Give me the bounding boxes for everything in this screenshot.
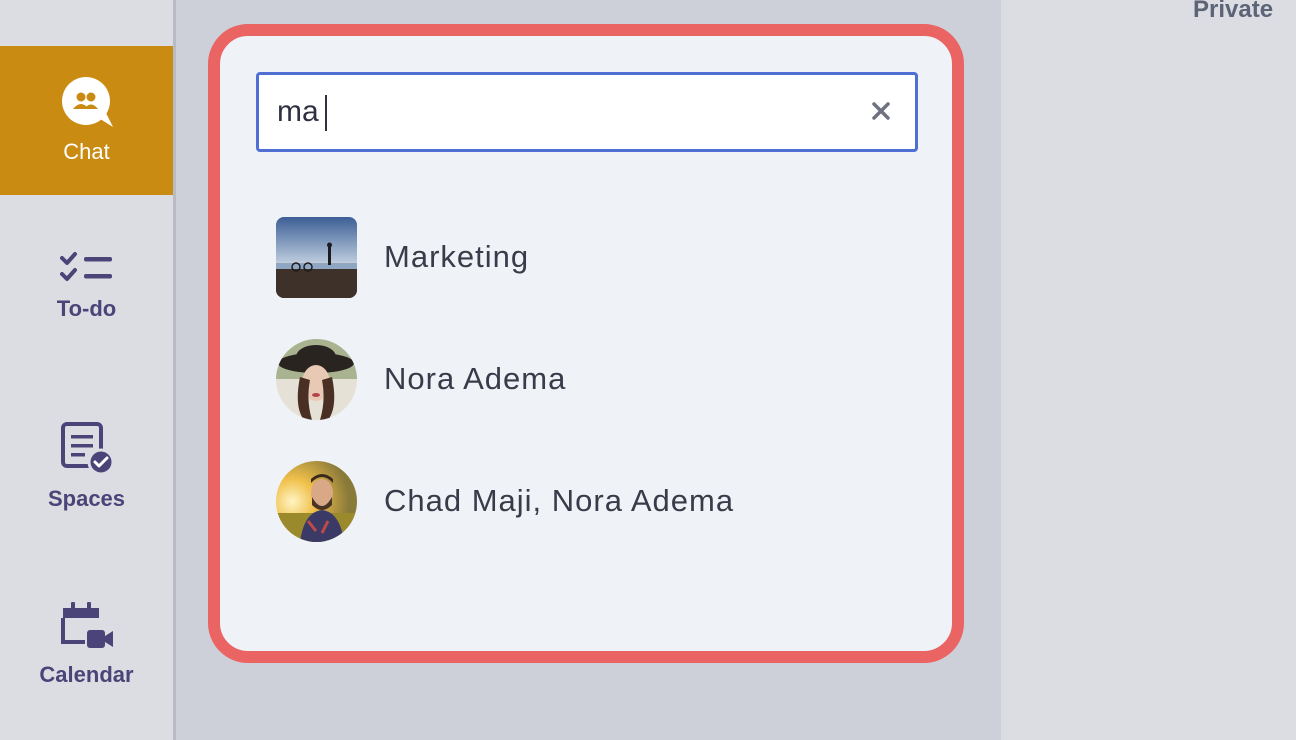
chat-icon bbox=[59, 76, 115, 129]
search-input[interactable] bbox=[277, 75, 837, 149]
result-name: Chad Maji, Nora Adema bbox=[384, 483, 735, 518]
search-result-item[interactable]: Marketing bbox=[276, 216, 916, 298]
close-icon bbox=[872, 101, 890, 125]
search-result-item[interactable]: Chad Maji, Nora Adema bbox=[276, 460, 916, 542]
nav-item-spaces[interactable]: Spaces bbox=[0, 391, 173, 540]
spaces-icon bbox=[59, 420, 115, 476]
nav-item-label: To-do bbox=[56, 295, 117, 321]
calendar-icon bbox=[59, 600, 115, 652]
search-result-item[interactable]: Nora Adema bbox=[276, 338, 916, 420]
user-photo-avatar bbox=[276, 338, 357, 420]
clear-search-button[interactable] bbox=[865, 97, 897, 129]
nav-item-chat[interactable]: Chat bbox=[0, 46, 173, 195]
result-name: Marketing bbox=[384, 239, 530, 274]
nav-item-calendar[interactable]: Calendar bbox=[0, 569, 173, 718]
group-photo-avatar bbox=[276, 216, 357, 298]
text-caret bbox=[325, 95, 327, 131]
result-name: Nora Adema bbox=[384, 361, 567, 396]
search-box bbox=[256, 72, 918, 152]
user-photo-avatar bbox=[276, 460, 357, 542]
nav-item-label: Calendar bbox=[39, 661, 134, 687]
nav-rail: Chat To-do Spaces Calendar bbox=[0, 0, 176, 740]
todo-icon bbox=[59, 251, 114, 286]
nav-item-label: Chat bbox=[63, 138, 110, 164]
search-popover: Marketing Nora Adema bbox=[208, 24, 964, 663]
detail-panel: Private bbox=[1001, 0, 1296, 740]
nav-item-label: Spaces bbox=[47, 485, 126, 511]
nav-item-todo[interactable]: To-do bbox=[0, 212, 173, 361]
panel-heading: Private bbox=[1193, 0, 1274, 23]
